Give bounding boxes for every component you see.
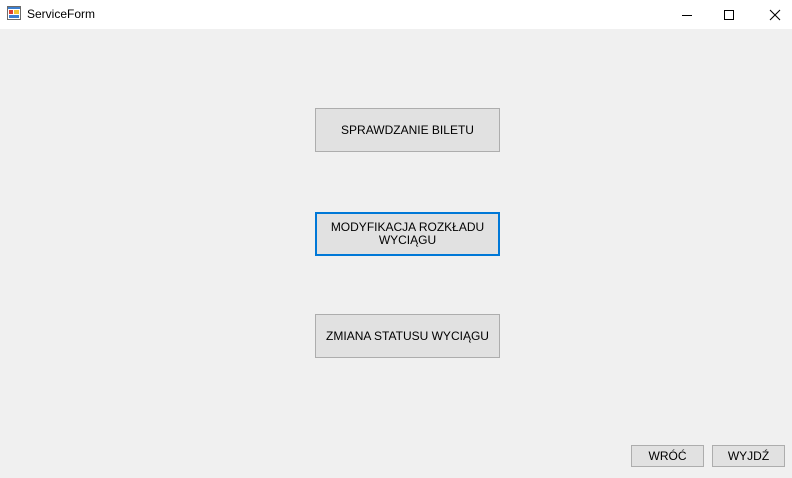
maximize-button[interactable] <box>706 0 752 29</box>
close-icon <box>769 9 781 20</box>
back-label: WRÓĆ <box>648 448 687 463</box>
title-bar[interactable]: ServiceForm <box>0 0 792 29</box>
check-ticket-button[interactable]: SPRAWDZANIE BILETU <box>315 108 500 152</box>
exit-button[interactable]: WYJDŹ <box>712 445 785 467</box>
check-ticket-label: SPRAWDZANIE BILETU <box>341 122 474 137</box>
close-button[interactable] <box>752 0 792 29</box>
modify-schedule-label-line2: WYCIĄGU <box>378 233 437 247</box>
maximize-icon <box>724 9 734 20</box>
window-title: ServiceForm <box>27 7 96 21</box>
change-status-label: ZMIANA STATUSU WYCIĄGU <box>326 328 489 343</box>
back-button[interactable]: WRÓĆ <box>631 445 704 467</box>
minimize-button[interactable] <box>664 0 710 29</box>
app-icon <box>7 6 21 20</box>
exit-label: WYJDŹ <box>727 448 770 463</box>
modify-schedule-button[interactable]: MODYFIKACJA ROZKŁADU WYCIĄGU <box>315 212 500 256</box>
change-status-button[interactable]: ZMIANA STATUSU WYCIĄGU <box>315 314 500 358</box>
modify-schedule-label: MODYFIKACJA ROZKŁADU WYCIĄGU <box>331 221 484 247</box>
service-form-window: ServiceForm SPRAWDZANIE BILETU MODYFIKAC… <box>0 0 792 478</box>
minimize-icon <box>682 14 692 16</box>
form-client-area: SPRAWDZANIE BILETU MODYFIKACJA ROZKŁADU … <box>0 29 792 478</box>
